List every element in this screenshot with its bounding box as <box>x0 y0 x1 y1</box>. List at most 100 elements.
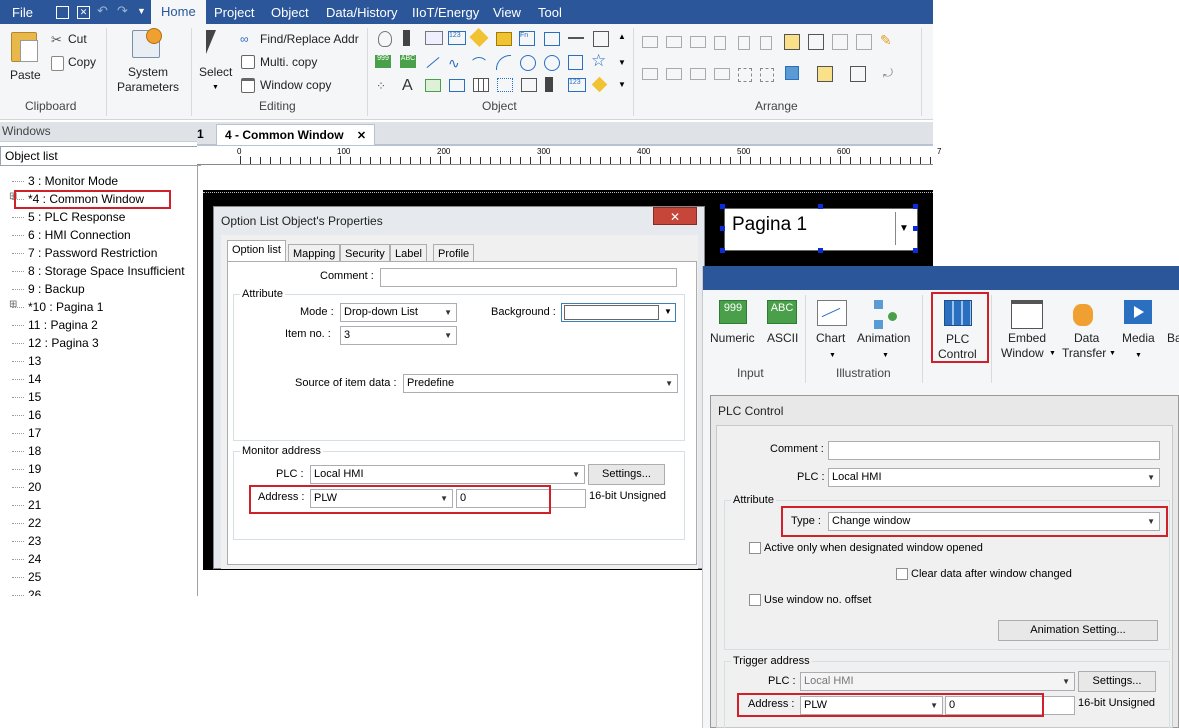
tree-expand-icon[interactable]: ⊞ <box>9 299 17 310</box>
traffic-light-2-icon[interactable] <box>545 77 553 92</box>
tree-item[interactable]: 17 <box>28 426 41 440</box>
distribute-v-icon[interactable] <box>666 68 682 80</box>
active-only-checkbox[interactable] <box>749 542 761 554</box>
trigger-settings-button[interactable]: Settings... <box>1078 671 1156 692</box>
align-middle-icon[interactable] <box>738 36 750 50</box>
bring-forward-icon[interactable] <box>817 66 833 82</box>
rectangle-icon[interactable] <box>568 55 583 70</box>
rotate-icon[interactable]: ⤾ <box>883 66 893 81</box>
tree-item[interactable]: 19 <box>28 462 41 476</box>
multi-state-icon[interactable] <box>544 32 560 46</box>
scale-icon[interactable] <box>449 79 465 92</box>
tab-option-list[interactable]: Option list <box>227 240 286 262</box>
tree-item[interactable]: 21 <box>28 498 41 512</box>
tree-item[interactable]: 25 <box>28 570 41 584</box>
select-button[interactable]: Select ▼ <box>196 28 236 94</box>
same-height-icon[interactable] <box>808 34 824 50</box>
numeric-button[interactable]: 999 Numeric <box>708 298 758 348</box>
numeric-123-icon[interactable]: 123 <box>448 31 466 45</box>
tab-previous[interactable]: 1 <box>197 127 204 141</box>
cut-icon[interactable]: ✂ <box>51 32 62 48</box>
resize-icon[interactable] <box>856 34 872 50</box>
clear-data-checkbox[interactable] <box>896 568 908 580</box>
function-key-icon[interactable]: Fn <box>519 31 535 46</box>
selection-handle-tl[interactable] <box>720 204 725 209</box>
system-parameters-button[interactable]: System Parameters <box>112 28 182 94</box>
selection-handle-br[interactable] <box>913 248 918 253</box>
tree-item[interactable]: 20 <box>28 480 41 494</box>
paste-button[interactable]: Paste <box>6 28 44 82</box>
tree-item[interactable]: 15 <box>28 390 41 404</box>
selection-handle-bl[interactable] <box>720 248 725 253</box>
settings-button[interactable]: Settings... <box>588 464 665 485</box>
dropdown-list-widget[interactable]: Pagina 1 ▼ <box>724 208 918 251</box>
mode-select[interactable]: Drop-down List <box>340 303 457 322</box>
same-width-icon[interactable] <box>784 34 800 50</box>
window-tree[interactable]: 3 : Monitor Mode *4 : Common Window ⊞ 5 : P… <box>0 166 198 596</box>
menu-tool[interactable]: Tool <box>538 5 562 20</box>
tree-item[interactable]: 7 : Password Restriction <box>28 246 157 260</box>
quick-access-dropdown-icon[interactable]: ▼ <box>137 6 146 16</box>
animation-button[interactable]: Animation ▼ <box>856 298 916 364</box>
tree-item[interactable]: 14 <box>28 372 41 386</box>
pin-icon[interactable]: ✎ <box>880 32 892 49</box>
toggle-icon[interactable] <box>469 27 489 48</box>
center-h-icon[interactable] <box>690 68 706 80</box>
background-dropdown-icon[interactable]: ▼ <box>664 307 672 316</box>
data-transfer-button[interactable]: Data Transfer ▼ <box>1059 298 1117 364</box>
gallery-scroll-down-icon[interactable]: ▼ <box>618 58 626 67</box>
menu-home[interactable]: Home <box>151 0 206 24</box>
gallery-expand-icon[interactable]: ▼ <box>618 80 626 89</box>
chart-button[interactable]: Chart ▼ <box>813 298 853 364</box>
undo-icon[interactable]: ↶ <box>97 3 108 19</box>
tree-item[interactable]: 24 <box>28 552 41 566</box>
align-top-icon[interactable] <box>714 36 726 50</box>
media-button[interactable]: Media ▼ <box>1119 298 1159 364</box>
find-replace-addr-button[interactable]: Find/Replace Addr <box>260 32 359 46</box>
redo-icon[interactable]: ↷ <box>117 3 128 19</box>
tree-item[interactable]: 8 : Storage Space Insufficient <box>28 264 185 278</box>
menu-project[interactable]: Project <box>214 5 254 20</box>
object-gallery[interactable]: 123 Fn 999 ABC ∿ ⌒ ☆ ⁘ A 123 <box>372 27 616 96</box>
tree-item[interactable]: *10 : Pagina 1 <box>28 300 103 314</box>
selection-handle-ml[interactable] <box>720 226 725 231</box>
ascii-abc-icon[interactable]: ABC <box>400 55 416 68</box>
grid-icon[interactable] <box>497 78 513 92</box>
numeric-999-icon[interactable]: 999 <box>375 55 391 68</box>
tree-item[interactable]: 18 <box>28 444 41 458</box>
tree-item[interactable]: 11 : Pagina 2 <box>28 318 98 332</box>
tree-item[interactable]: 16 <box>28 408 41 422</box>
toggle-2-icon[interactable] <box>591 76 608 93</box>
curve-icon[interactable]: ⌒ <box>472 54 486 74</box>
layer-icon[interactable] <box>785 66 799 80</box>
cut-off-button-label[interactable]: Ba <box>1167 331 1179 345</box>
tree-item[interactable]: 6 : HMI Connection <box>28 228 131 242</box>
polyline-icon[interactable]: ∿ <box>448 55 460 72</box>
align-center-icon[interactable] <box>666 36 682 48</box>
center-v-icon[interactable] <box>714 68 730 80</box>
bulb-icon[interactable] <box>378 31 392 47</box>
tree-item[interactable]: 22 <box>28 516 41 530</box>
tree-item[interactable]: 12 : Pagina 3 <box>28 336 99 350</box>
plc-comment-input[interactable] <box>828 441 1160 460</box>
picture-icon[interactable] <box>425 79 441 92</box>
embed-window-button[interactable]: Embed Window ▼ <box>998 298 1058 364</box>
copy-icon[interactable] <box>51 56 64 71</box>
arc-icon[interactable] <box>496 55 511 70</box>
use-offset-checkbox[interactable] <box>749 594 761 606</box>
scatter-icon[interactable]: ⁘ <box>376 79 386 93</box>
align-left-icon[interactable] <box>642 36 658 48</box>
trigger-plc-select[interactable]: Local HMI <box>800 672 1075 691</box>
tree-item[interactable]: 3 : Monitor Mode <box>28 174 118 188</box>
source-select[interactable]: Predefine <box>403 374 678 393</box>
arrange-tools[interactable]: ✎ ⤾ <box>640 32 930 88</box>
cut-button[interactable]: Cut <box>68 32 87 46</box>
send-backward-icon[interactable] <box>850 66 866 82</box>
comment-input[interactable] <box>380 268 677 287</box>
shape-icon[interactable] <box>521 78 537 92</box>
ascii-button[interactable]: ABC ASCII <box>763 298 803 348</box>
multi-copy-button[interactable]: Multi. copy <box>260 55 317 69</box>
star-icon[interactable]: ☆ <box>591 51 606 71</box>
distribute-h-icon[interactable] <box>642 68 658 80</box>
item-no-select[interactable]: 3 <box>340 326 457 345</box>
